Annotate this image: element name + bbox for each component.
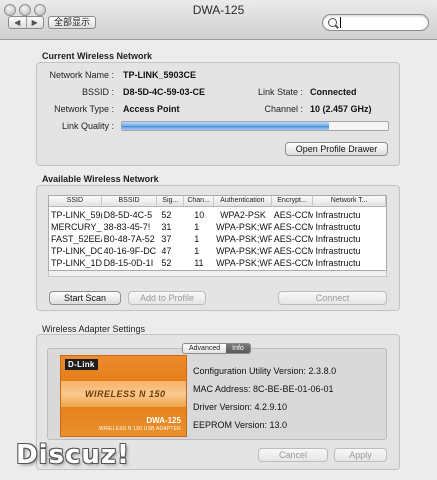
open-profile-drawer-button[interactable]: Open Profile Drawer [285,142,388,156]
cell-channel: 11 [194,258,204,268]
cell-channel: 10 [194,210,205,220]
network-name-value: TP-LINK_5903CE [123,70,197,80]
cell-authentication: WPA-PSK;WP. [216,246,272,256]
table-row[interactable]: TP-LINK_59( D8-5D-4C-5 52 10 WPA2-PSK AE… [49,209,386,221]
cell-authentication: WPA-PSK;WP. [216,234,272,244]
cell-network-type: Infrastructu [315,246,361,256]
network-type-label: Network Type : [54,104,114,114]
link-quality-fill [122,122,330,130]
cell-encryption: AES-CCM [273,258,314,268]
search-field[interactable] [322,14,429,31]
column-header-authentication[interactable]: Authentication [214,196,272,206]
add-to-profile-button[interactable]: Add to Profile [128,291,206,305]
driver-version: Driver Version: 4.2.9.10 [193,402,288,412]
cell-authentication: WPA-PSK;WP. [216,258,272,268]
cell-bssid: D8-15-0D-1I [103,258,154,268]
table-horizontal-scrollbar[interactable] [48,271,387,277]
show-all-button[interactable]: 全部显示 [48,16,96,29]
link-quality-bar [121,121,389,131]
table-header: SSID BSSID Sig... Chan... Authentication… [49,196,386,207]
cell-bssid: B0-48-7A-52 [103,234,155,244]
cell-authentication: WPA2-PSK [220,210,266,220]
cell-encryption: AES-CCM [273,234,314,244]
apply-button[interactable]: Apply [334,448,387,462]
channel-value: 10 (2.457 GHz) [310,104,372,114]
cell-channel: 1 [194,234,200,244]
cell-encryption: AES-CCM [273,246,314,256]
eeprom-version: EEPROM Version: 13.0 [193,420,288,430]
column-header-bssid[interactable]: BSSID [102,196,158,206]
column-header-encryption[interactable]: Encrypt... [272,196,314,206]
cell-bssid: 40-16-9F-DC [103,246,157,256]
search-input[interactable] [340,17,424,28]
cell-network-type: Infrastructu [315,234,361,244]
cell-channel: 1 [194,246,200,256]
network-name-label: Network Name : [49,70,114,80]
bssid-value: D8-5D-4C-59-03-CE [123,87,206,97]
config-utility-version: Configuration Utility Version: 2.3.8.0 [193,366,337,376]
cell-network-type: Infrastructu [315,258,361,268]
settings-tabs: Advanced Info [182,343,251,354]
table-row[interactable]: TP-LINK_DC 40-16-9F-DC 47 1 WPA-PSK;WP. … [49,245,386,257]
current-network-title: Current Wireless Network [42,51,152,61]
cell-signal: 31 [161,222,172,232]
cell-network-type: Infrastructu [315,210,361,220]
column-header-channel[interactable]: Chan... [184,196,215,206]
link-quality-label: Link Quality : [61,121,114,131]
dlink-logo: D-Link [65,359,98,370]
table-row[interactable]: TP-LINK_1D D8-15-0D-1I 52 11 WPA-PSK;WP.… [49,257,386,269]
cell-ssid: TP-LINK_1D [51,258,102,268]
table-row[interactable]: MERCURY_7 38-83-45-7! 31 1 WPA-PSK;WP. A… [49,221,386,233]
column-header-ssid[interactable]: SSID [49,196,102,206]
available-networks-title: Available Wireless Network [42,174,159,184]
cell-signal: 37 [161,234,172,244]
cancel-button[interactable]: Cancel [258,448,328,462]
cell-ssid: MERCURY_7 [51,222,102,232]
network-type-value: Access Point [123,104,180,114]
forward-icon[interactable]: ▶ [25,17,44,28]
product-line-text: WIRELESS N 150 [85,389,166,399]
channel-label: Channel : [264,104,303,114]
tab-info[interactable]: Info [226,344,250,353]
networks-table[interactable]: SSID BSSID Sig... Chan... Authentication… [48,195,387,271]
adapter-settings-title: Wireless Adapter Settings [42,324,146,334]
cell-signal: 52 [161,258,172,268]
search-icon [328,18,337,27]
cell-encryption: AES-CCM [273,222,314,232]
nav-buttons: ◀ ▶ [8,16,44,29]
product-image: D-Link WIRELESS N 150 DWA-125 WIRELESS N… [60,355,187,437]
cell-network-type: Infrastructu [315,222,361,232]
mac-address: MAC Address: 8C-BE-BE-01-06-01 [193,384,334,394]
cell-channel: 1 [194,222,200,232]
start-scan-button[interactable]: Start Scan [49,291,121,305]
link-state-value: Connected [310,87,357,97]
table-row[interactable]: FAST_52EEA B0-48-7A-52 37 1 WPA-PSK;WP. … [49,233,386,245]
cell-encryption: AES-CCM [273,210,314,220]
connect-button[interactable]: Connect [278,291,387,305]
cell-bssid: 38-83-45-7! [103,222,151,232]
watermark-text: Discuz! [16,440,130,470]
link-state-label: Link State : [257,87,303,97]
cell-signal: 47 [161,246,172,256]
back-icon[interactable]: ◀ [9,17,26,28]
cell-ssid: TP-LINK_DC [51,246,102,256]
cell-bssid: D8-5D-4C-5 [103,210,153,220]
cell-ssid: TP-LINK_59( [51,210,102,220]
cell-authentication: WPA-PSK;WP. [216,222,272,232]
cell-signal: 52 [161,210,172,220]
column-header-network-type[interactable]: Network T... [313,196,386,206]
title-bar: DWA-125 ◀ ▶ 全部显示 [0,0,437,40]
product-model-text: DWA-125 [146,416,181,425]
tab-advanced[interactable]: Advanced [183,344,227,353]
product-subtitle-text: WIRELESS N 150 USB ADAPTER [98,426,181,432]
column-header-signal[interactable]: Sig... [157,196,185,206]
cell-ssid: FAST_52EEA [51,234,102,244]
bssid-label: BSSID : [81,87,114,97]
